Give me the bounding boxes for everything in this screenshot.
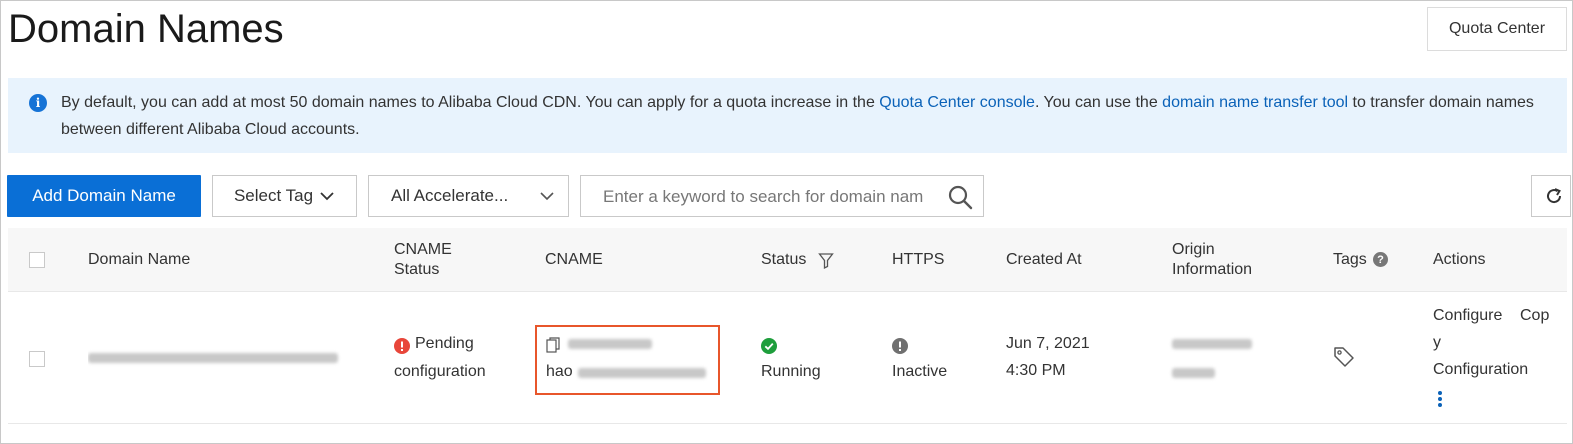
col-cname-status-line2: Status <box>394 261 440 278</box>
refresh-icon <box>1547 188 1562 204</box>
col-https: HTTPS <box>892 251 945 268</box>
cname-status-line2: configuration <box>394 363 486 380</box>
select-tag-label: Select Tag <box>233 186 314 205</box>
select-tag-dropdown[interactable]: Select Tag <box>212 175 357 217</box>
origin-redacted-line1 <box>1172 339 1252 349</box>
tag-icon[interactable] <box>1333 346 1355 368</box>
add-domain-name-button[interactable]: Add Domain Name <box>7 175 201 217</box>
col-cname: CNAME <box>545 251 603 268</box>
cname-line2-prefix: hao <box>546 363 573 380</box>
domain-transfer-tool-link[interactable]: domain name transfer tool <box>1162 94 1348 111</box>
copy-configuration-link-part2[interactable]: y <box>1433 329 1441 357</box>
refresh-button[interactable] <box>1531 175 1571 217</box>
warning-icon <box>394 338 410 354</box>
created-time: 4:30 PM <box>1006 362 1066 379</box>
cname-status-line1: Pending <box>415 335 474 352</box>
domain-search-box <box>580 175 984 217</box>
cname-redacted-line2 <box>578 368 706 378</box>
info-alert-icon <box>892 338 908 354</box>
col-domain-name[interactable]: Domain Name <box>88 250 190 270</box>
https-value: Inactive <box>892 363 948 380</box>
row-checkbox[interactable] <box>29 351 45 367</box>
search-icon[interactable] <box>947 184 973 210</box>
notice-text-part2: . You can use the <box>1034 94 1163 111</box>
filter-icon[interactable] <box>818 252 834 270</box>
notice-banner: i By default, you can add at most 50 dom… <box>8 78 1567 153</box>
col-created-at[interactable]: Created At <box>1006 250 1082 270</box>
created-date: Jun 7, 2021 <box>1006 335 1090 352</box>
quota-center-button[interactable]: Quota Center <box>1427 7 1567 51</box>
copy-configuration-link-part3[interactable]: Configuration <box>1433 356 1528 384</box>
acceleration-region-select[interactable]: All Accelerate... <box>368 175 569 217</box>
copy-configuration-link-part1[interactable]: Cop <box>1520 302 1549 330</box>
info-icon: i <box>29 94 47 112</box>
configure-link[interactable]: Configure <box>1433 302 1502 330</box>
domain-name-cell[interactable] <box>88 344 350 372</box>
chevron-down-icon <box>320 192 334 201</box>
domain-search-input[interactable] <box>603 185 935 209</box>
domain-name-redacted <box>88 352 338 363</box>
select-all-checkbox[interactable] <box>29 252 45 268</box>
copy-icon[interactable] <box>546 337 560 353</box>
col-tags: Tags <box>1333 251 1367 268</box>
col-cname-status-line1: CNAME <box>394 241 452 258</box>
col-origin-line1: Origin <box>1172 241 1215 258</box>
acceleration-region-value: All Accelerate... <box>391 186 509 205</box>
notice-text-part1: By default, you can add at most 50 domai… <box>61 94 880 111</box>
help-icon[interactable]: ? <box>1373 252 1388 267</box>
notice-text: By default, you can add at most 50 domai… <box>61 89 1561 143</box>
cname-redacted-line1 <box>568 339 652 349</box>
status-value: Running <box>761 363 821 380</box>
page-title: Domain Names <box>8 7 284 51</box>
col-status: Status <box>761 251 807 268</box>
origin-redacted-line2 <box>1172 368 1215 378</box>
success-icon <box>761 338 777 354</box>
col-origin-line2: Information <box>1172 261 1253 278</box>
more-actions-icon[interactable] <box>1436 390 1444 408</box>
quota-center-console-link[interactable]: Quota Center console <box>879 94 1035 111</box>
col-actions: Actions <box>1433 251 1486 268</box>
chevron-down-icon <box>540 192 554 201</box>
